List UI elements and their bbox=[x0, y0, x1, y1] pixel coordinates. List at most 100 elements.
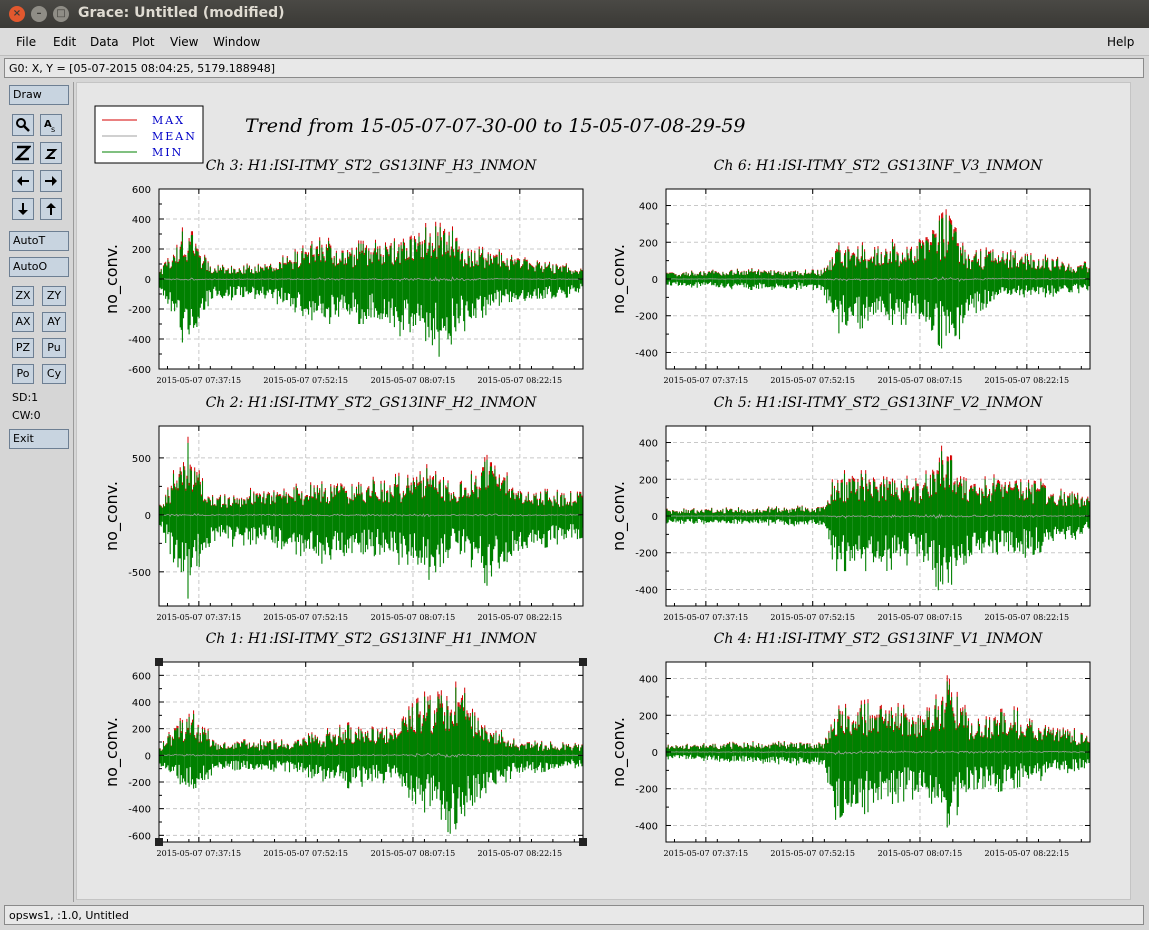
y-tick-label: -400 bbox=[635, 585, 658, 596]
zoom-z-icon[interactable] bbox=[12, 142, 34, 164]
tool-sidebar: Draw As AutoT AutoO ZX ZY AX AY PZ Pu Po… bbox=[4, 82, 74, 902]
x-tick-label: 2015-05-07 08:22:15 bbox=[985, 376, 1070, 385]
menu-plot[interactable]: Plot bbox=[132, 35, 155, 49]
legend-label-min: MIN bbox=[152, 146, 183, 159]
chart-title: Ch 5: H1:ISI-ITMY_ST2_GS13INF_V2_INMON bbox=[714, 395, 1043, 411]
x-tick-label: 2015-05-07 08:07:15 bbox=[878, 849, 963, 858]
y-tick-label: 200 bbox=[639, 711, 658, 722]
y-tick-label: 400 bbox=[639, 675, 658, 686]
chart-title: Ch 6: H1:ISI-ITMY_ST2_GS13INF_V3_INMON bbox=[714, 158, 1043, 174]
y-tick-label: 400 bbox=[639, 439, 658, 450]
y-axis-label: no_conv. bbox=[609, 244, 629, 314]
x-tick-label: 2015-05-07 07:52:15 bbox=[770, 849, 855, 858]
y-axis-label: no_conv. bbox=[102, 717, 122, 787]
x-tick-label: 2015-05-07 08:07:15 bbox=[371, 849, 456, 858]
y-axis-label: no_conv. bbox=[102, 481, 122, 551]
zoom-icon[interactable] bbox=[12, 114, 34, 136]
y-tick-label: -400 bbox=[128, 335, 151, 346]
x-tick-label: 2015-05-07 07:52:15 bbox=[263, 613, 348, 622]
selection-handle[interactable] bbox=[155, 658, 163, 666]
y-tick-label: 600 bbox=[132, 185, 151, 196]
graph-area[interactable]: MAX MEAN MIN Trend from 15-05-07-07-30-0… bbox=[77, 83, 1132, 901]
plot-canvas[interactable]: MAX MEAN MIN Trend from 15-05-07-07-30-0… bbox=[76, 82, 1131, 900]
y-tick-label: -200 bbox=[635, 312, 658, 323]
x-tick-label: 2015-05-07 07:52:15 bbox=[263, 849, 348, 858]
y-tick-label: 400 bbox=[132, 698, 151, 709]
chart-panel[interactable]: Ch 5: H1:ISI-ITMY_ST2_GS13INF_V2_INMON 40… bbox=[609, 395, 1091, 622]
x-tick-label: 2015-05-07 07:37:15 bbox=[157, 613, 242, 622]
y-tick-label: -400 bbox=[635, 821, 658, 832]
close-icon[interactable]: × bbox=[9, 6, 25, 22]
x-tick-label: 2015-05-07 07:37:15 bbox=[157, 376, 242, 385]
zy-button[interactable]: ZY bbox=[42, 286, 66, 306]
y-tick-label: 600 bbox=[132, 671, 151, 682]
y-tick-label: -200 bbox=[635, 549, 658, 560]
menu-window[interactable]: Window bbox=[213, 35, 260, 49]
chart-panel[interactable]: Ch 6: H1:ISI-ITMY_ST2_GS13INF_V3_INMON 40… bbox=[609, 158, 1091, 385]
pu-button[interactable]: Pu bbox=[42, 338, 66, 358]
chart-title: Ch 2: H1:ISI-ITMY_ST2_GS13INF_H2_INMON bbox=[206, 395, 538, 411]
y-tick-label: -200 bbox=[128, 305, 151, 316]
selection-handle[interactable] bbox=[579, 838, 587, 846]
menu-data[interactable]: Data bbox=[90, 35, 119, 49]
y-axis-label: no_conv. bbox=[102, 244, 122, 314]
x-tick-label: 2015-05-07 07:52:15 bbox=[770, 376, 855, 385]
y-tick-label: -200 bbox=[635, 785, 658, 796]
ax-button[interactable]: AX bbox=[12, 312, 34, 332]
selection-handle[interactable] bbox=[579, 658, 587, 666]
menu-help[interactable]: Help bbox=[1107, 35, 1134, 49]
po-button[interactable]: Po bbox=[12, 364, 34, 384]
selection-handle[interactable] bbox=[155, 838, 163, 846]
pz-button[interactable]: PZ bbox=[12, 338, 34, 358]
x-tick-label: 2015-05-07 08:07:15 bbox=[878, 376, 963, 385]
window-title: Grace: Untitled (modified) bbox=[78, 5, 285, 21]
small-z-icon[interactable] bbox=[40, 142, 62, 164]
y-tick-label: -400 bbox=[635, 348, 658, 359]
x-tick-label: 2015-05-07 07:37:15 bbox=[664, 613, 749, 622]
arrow-left-icon[interactable] bbox=[12, 170, 34, 192]
y-tick-label: -400 bbox=[128, 805, 151, 816]
menu-view[interactable]: View bbox=[170, 35, 198, 49]
autoscale-text-icon[interactable]: As bbox=[40, 114, 62, 136]
x-tick-label: 2015-05-07 08:22:15 bbox=[478, 376, 563, 385]
menu-file[interactable]: File bbox=[16, 35, 36, 49]
chart-panel[interactable]: Ch 2: H1:ISI-ITMY_ST2_GS13INF_H2_INMON 50… bbox=[102, 395, 584, 622]
autoo-button[interactable]: AutoO bbox=[9, 257, 69, 277]
title-bar: × – □ Grace: Untitled (modified) bbox=[0, 0, 1149, 28]
minimize-icon[interactable]: – bbox=[31, 6, 47, 22]
chart-panel[interactable]: Ch 3: H1:ISI-ITMY_ST2_GS13INF_H3_INMON 60… bbox=[102, 158, 584, 385]
main-title: Trend from 15-05-07-07-30-00 to 15-05-07… bbox=[245, 115, 746, 137]
arrow-down-icon[interactable] bbox=[12, 198, 34, 220]
menu-bar: File Edit Data Plot View Window Help bbox=[0, 28, 1149, 56]
y-tick-label: -200 bbox=[128, 778, 151, 789]
y-tick-label: 200 bbox=[132, 245, 151, 256]
maximize-icon[interactable]: □ bbox=[53, 6, 69, 22]
x-tick-label: 2015-05-07 08:22:15 bbox=[478, 613, 563, 622]
y-tick-label: -600 bbox=[128, 365, 151, 376]
x-tick-label: 2015-05-07 08:22:15 bbox=[985, 849, 1070, 858]
y-tick-label: 500 bbox=[132, 454, 151, 465]
cy-button[interactable]: Cy bbox=[42, 364, 66, 384]
exit-button[interactable]: Exit bbox=[9, 429, 69, 449]
x-tick-label: 2015-05-07 07:52:15 bbox=[770, 613, 855, 622]
y-tick-label: 0 bbox=[145, 511, 151, 522]
ay-button[interactable]: AY bbox=[42, 312, 66, 332]
x-tick-label: 2015-05-07 07:37:15 bbox=[664, 376, 749, 385]
autot-button[interactable]: AutoT bbox=[9, 231, 69, 251]
status-bar: opsws1, :1.0, Untitled bbox=[4, 905, 1144, 925]
x-tick-label: 2015-05-07 07:37:15 bbox=[157, 849, 242, 858]
y-tick-label: -500 bbox=[128, 568, 151, 579]
y-tick-label: 0 bbox=[652, 275, 658, 286]
chart-title: Ch 3: H1:ISI-ITMY_ST2_GS13INF_H3_INMON bbox=[206, 158, 538, 174]
cw-label: CW:0 bbox=[12, 409, 41, 422]
legend[interactable]: MAX MEAN MIN bbox=[94, 105, 204, 164]
sd-label: SD:1 bbox=[12, 391, 39, 404]
arrow-up-icon[interactable] bbox=[40, 198, 62, 220]
y-tick-label: 400 bbox=[639, 202, 658, 213]
chart-panel[interactable]: Ch 4: H1:ISI-ITMY_ST2_GS13INF_V1_INMON 40… bbox=[609, 631, 1091, 858]
arrow-right-icon[interactable] bbox=[40, 170, 62, 192]
draw-button[interactable]: Draw bbox=[9, 85, 69, 105]
menu-edit[interactable]: Edit bbox=[53, 35, 76, 49]
zx-button[interactable]: ZX bbox=[12, 286, 34, 306]
chart-panel[interactable]: Ch 1: H1:ISI-ITMY_ST2_GS13INF_H1_INMON 60… bbox=[102, 631, 587, 858]
